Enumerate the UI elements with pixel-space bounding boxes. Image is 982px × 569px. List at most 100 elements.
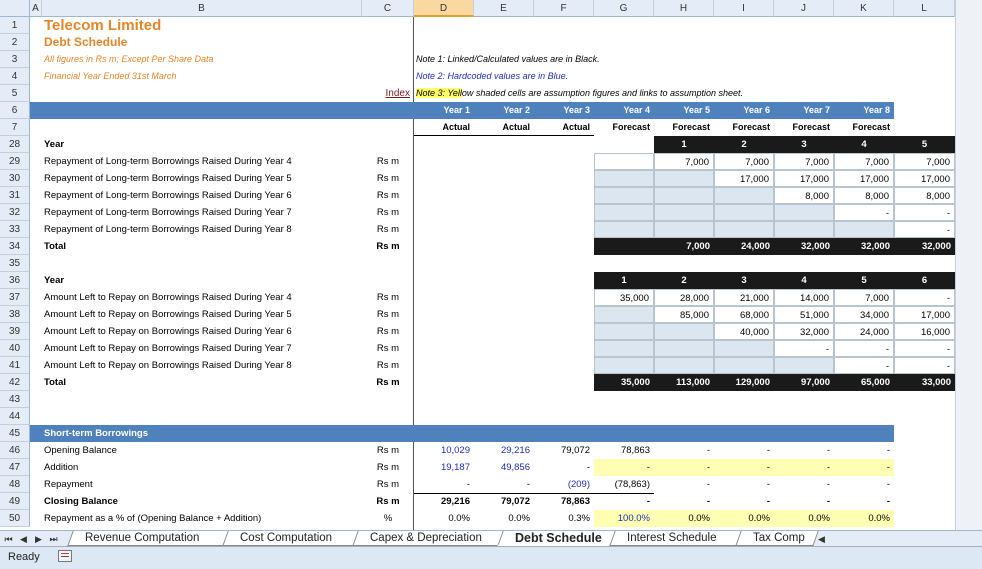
repayment-value[interactable]: 17,000 [834,170,894,187]
tab-capex-depreciation[interactable]: Capex & Depreciation [352,531,508,546]
amount-left-value[interactable]: 51,000 [774,306,834,323]
year-label[interactable]: Year 8 [834,102,894,119]
row-header[interactable]: 46 [0,442,30,459]
repayment-total-value[interactable]: 24,000 [714,238,774,255]
first-sheet-nav-icon[interactable]: ⏮ [2,531,15,547]
row-header[interactable]: 4 [0,68,30,85]
amount-left-total-value[interactable]: 65,000 [834,374,894,391]
amount-left-value[interactable] [594,306,654,323]
units-note[interactable]: All figures in Rs m; Except Per Share Da… [42,51,362,68]
column-header-a[interactable]: A [30,0,42,17]
row-header[interactable]: 29 [0,153,30,170]
repayment-value[interactable] [834,221,894,238]
short-term-value[interactable]: - [594,459,654,476]
short-term-value[interactable]: (209) [534,476,594,493]
repayment-value[interactable]: 8,000 [774,187,834,204]
unit-label[interactable]: Rs m [362,442,414,459]
repayment-value[interactable]: - [894,204,955,221]
row-header[interactable]: 7 [0,119,30,136]
row-header[interactable]: 43 [0,391,30,408]
amount-left-value[interactable] [594,357,654,374]
column-header-i[interactable]: I [714,0,774,17]
year-label[interactable]: Year 3 [534,102,594,119]
vertical-scrollbar[interactable] [955,0,982,530]
amount-left-year-number[interactable]: 3 [714,272,774,289]
row-header[interactable]: 49 [0,493,30,510]
amount-left-value[interactable]: - [894,289,955,306]
year-label[interactable]: Year 7 [774,102,834,119]
short-term-value[interactable]: - [714,476,774,493]
repayment-value[interactable]: 8,000 [894,187,955,204]
empty-cell[interactable] [594,204,654,221]
repayment-value[interactable] [714,187,774,204]
short-term-value[interactable]: 0.0% [474,510,534,527]
period-type-label[interactable]: Forecast [774,119,834,136]
column-header-f[interactable]: F [534,0,594,17]
unit-label[interactable]: Rs m [362,204,414,221]
row-header[interactable]: 32 [0,204,30,221]
amount-left-total-value[interactable]: 35,000 [594,374,654,391]
amount-left-value[interactable] [714,357,774,374]
short-term-value[interactable]: - [654,493,714,510]
amount-left-value[interactable]: 68,000 [714,306,774,323]
note-hardcoded-values[interactable]: Note 2: Hardcoded values are in Blue. [414,68,568,85]
amount-left-value[interactable]: - [774,340,834,357]
period-type-label[interactable]: Forecast [654,119,714,136]
amount-left-value[interactable] [594,323,654,340]
repayment-value[interactable]: 17,000 [774,170,834,187]
repayment-value[interactable] [654,187,714,204]
amount-left-value[interactable] [714,340,774,357]
year-label[interactable]: Year 2 [474,102,534,119]
next-sheet-nav-icon[interactable]: ▶ [32,531,45,547]
row-header[interactable]: 36 [0,272,30,289]
amount-left-value[interactable]: - [834,357,894,374]
amount-left-year-number[interactable]: 2 [654,272,714,289]
period-type-label[interactable]: Forecast [834,119,894,136]
column-header-e[interactable]: E [474,0,534,17]
amount-left-value[interactable]: 17,000 [894,306,955,323]
unit-label[interactable]: Rs m [362,289,414,306]
tab-tax-comp[interactable]: Tax Comp [735,531,819,546]
short-term-value[interactable]: (78,863) [594,476,654,493]
short-term-value[interactable]: - [474,476,534,493]
empty-cell[interactable] [594,187,654,204]
amount-left-value[interactable]: 35,000 [594,289,654,306]
repayment-total-label[interactable]: Total [42,238,362,255]
short-term-value[interactable]: 79,072 [474,493,534,510]
short-term-value[interactable]: 78,863 [594,442,654,459]
short-term-value[interactable]: - [654,442,714,459]
short-term-row-label[interactable]: Opening Balance [42,442,362,459]
macro-record-icon[interactable] [58,550,72,562]
unit-label[interactable]: Rs m [362,476,414,493]
short-term-value[interactable]: 29,216 [474,442,534,459]
repayment-year-number[interactable]: 3 [774,136,834,153]
last-sheet-nav-icon[interactable]: ⏭ [47,531,60,547]
unit-label[interactable]: Rs m [362,238,414,255]
tab-scroll-icon[interactable]: ◀ [815,531,828,547]
short-term-value[interactable]: - [414,476,474,493]
row-header[interactable]: 3 [0,51,30,68]
unit-label[interactable]: Rs m [362,340,414,357]
short-term-value[interactable]: - [654,459,714,476]
short-term-value[interactable]: - [714,459,774,476]
repayment-value[interactable]: 7,000 [714,153,774,170]
short-term-value[interactable]: - [774,459,834,476]
row-header[interactable]: 31 [0,187,30,204]
row-header[interactable]: 48 [0,476,30,493]
repayment-row-label[interactable]: Repayment of Long-term Borrowings Raised… [42,170,362,187]
amount-left-total-value[interactable]: 113,000 [654,374,714,391]
column-header-g[interactable]: G [594,0,654,17]
amount-left-year-label[interactable]: Year [42,272,362,289]
row-header[interactable]: 30 [0,170,30,187]
repayment-year-number[interactable]: 5 [894,136,955,153]
short-term-value[interactable]: - [774,442,834,459]
row-header[interactable]: 38 [0,306,30,323]
repayment-value[interactable] [714,204,774,221]
repayment-value[interactable] [654,221,714,238]
short-term-row-label[interactable]: Repayment as a % of (Opening Balance + A… [42,510,362,527]
short-term-value[interactable]: 0.3% [534,510,594,527]
repayment-row-label[interactable]: Repayment of Long-term Borrowings Raised… [42,221,362,238]
tab-interest-schedule[interactable]: Interest Schedule [609,531,745,546]
row-header[interactable]: 41 [0,357,30,374]
amount-left-value[interactable] [594,340,654,357]
